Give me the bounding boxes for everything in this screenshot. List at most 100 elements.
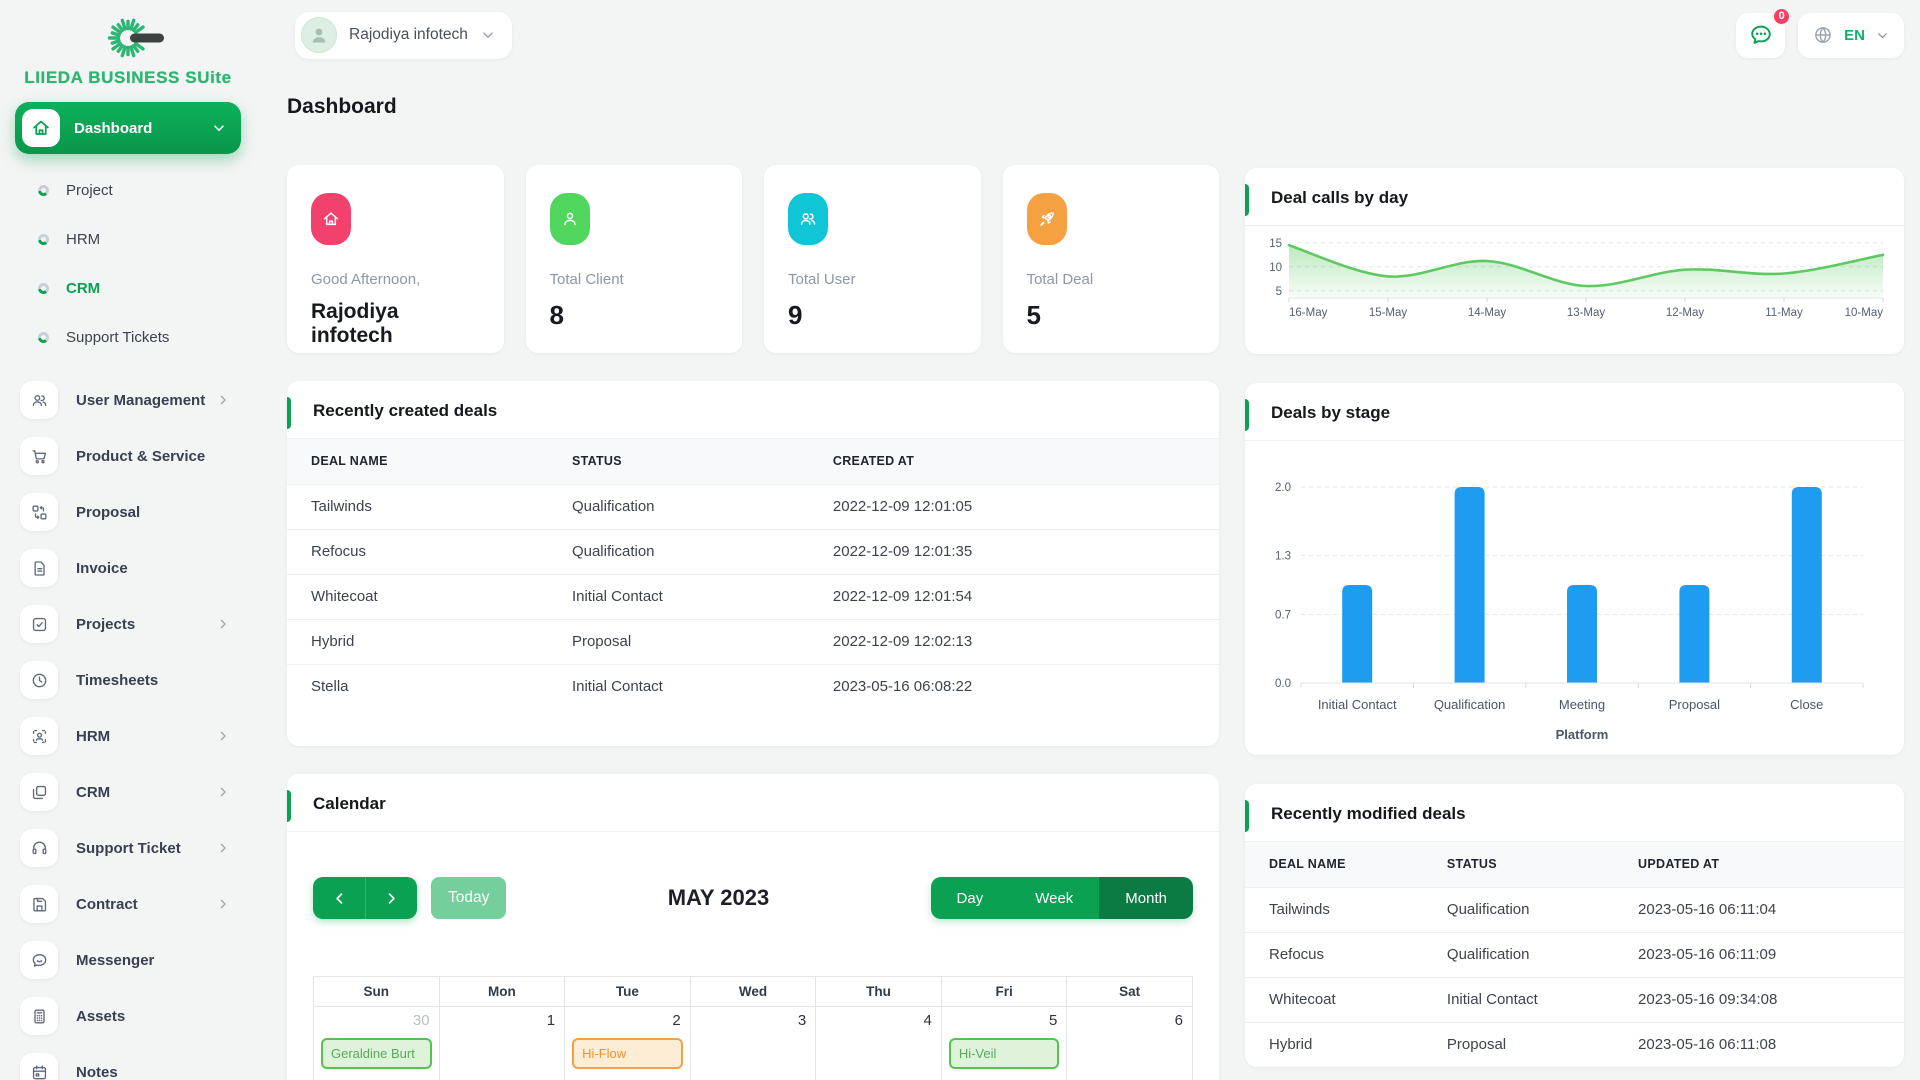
table-cell: Qualification — [547, 528, 809, 574]
sidebar-item-support-ticket[interactable]: Support Ticket — [0, 820, 256, 876]
calendar-month-title: MAY 2023 — [667, 885, 770, 910]
workspace-dropdown[interactable]: Rajodiya infotech — [295, 11, 512, 59]
language-code: EN — [1844, 26, 1865, 44]
table-cell: Whitecoat — [287, 573, 548, 619]
calendar-date: 1 — [546, 1012, 556, 1029]
calculator-icon — [20, 997, 58, 1035]
card-title: Deal calls by day — [1271, 188, 1409, 207]
sidebar-item-notes[interactable]: Notes — [0, 1044, 256, 1080]
sidebar-sub-item-crm[interactable]: CRM — [0, 264, 256, 313]
svg-text:Platform: Platform — [1556, 727, 1609, 741]
svg-text:10-May: 10-May — [1845, 307, 1884, 319]
sidebar-item-product-service[interactable]: Product & Service — [0, 428, 256, 484]
sidebar-item-dashboard[interactable]: Dashboard — [15, 102, 241, 154]
sidebar-item-label: CRM — [76, 783, 111, 801]
weekday-header: Tue — [564, 976, 691, 1007]
sidebar-sub-item-support-tickets[interactable]: Support Tickets — [0, 313, 256, 362]
modified-deals-table: DEAL NAME STATUS UPDATED AT Tailwinds Qualif… — [1245, 842, 1904, 1067]
table-cell: Hybrid — [287, 618, 548, 664]
stat-label: Total User — [788, 271, 856, 288]
calendar-day-cell[interactable]: 1 — [438, 1006, 566, 1080]
sidebar-item-label: Assets — [76, 1007, 126, 1025]
calendar-day-cell[interactable]: 3 — [689, 1006, 817, 1080]
progress-circle-icon — [38, 283, 49, 294]
proposal-icon — [20, 493, 58, 531]
table-cell: 2023-05-16 06:11:08 — [1614, 1021, 1904, 1067]
table-row: Stella Initial Contact 2023-05-16 06:08:22 — [287, 663, 1219, 709]
sidebar-sub-item-hrm[interactable]: HRM — [0, 215, 256, 264]
table-cell: Qualification — [1422, 931, 1615, 977]
calendar-view-day-button[interactable]: Day — [930, 877, 1010, 919]
calendar-next-button[interactable] — [365, 877, 417, 919]
sidebar-item-proposal[interactable]: Proposal — [0, 484, 256, 540]
calendar-icon — [20, 1053, 58, 1080]
users-icon — [20, 381, 58, 419]
sidebar-item-invoice[interactable]: Invoice — [0, 540, 256, 596]
sidebar-item-crm[interactable]: CRM — [0, 764, 256, 820]
sidebar-menu-list: User Management Product & Service Proposal… — [0, 372, 256, 1080]
svg-text:15: 15 — [1269, 238, 1282, 250]
table-row: Whitecoat Initial Contact 2023-05-16 09:34… — [1245, 976, 1904, 1022]
stat-value: Rajodiya infotech — [311, 300, 399, 347]
calendar-day-cell[interactable]: 30 Geraldine Burt — [313, 1006, 440, 1080]
calendar-today-button[interactable]: Today — [431, 877, 507, 919]
calendar-event[interactable]: Hi-Flow — [572, 1038, 683, 1069]
accent-bar — [1245, 800, 1249, 832]
sidebar-item-hrm[interactable]: HRM — [0, 708, 256, 764]
calendar-day-cell[interactable]: 4 — [815, 1006, 942, 1080]
stat-value: 9 — [788, 300, 803, 330]
sidebar-item-assets[interactable]: Assets — [0, 988, 256, 1044]
weekday-header: Thu — [815, 976, 942, 1007]
table-cell: 2022-12-09 12:01:05 — [808, 483, 1219, 529]
calendar-date: 2 — [672, 1012, 681, 1029]
home-icon — [22, 109, 60, 147]
calendar-view-week-button[interactable]: Week — [1009, 877, 1100, 919]
table-row: Hybrid Proposal 2022-12-09 12:02:13 — [287, 618, 1219, 664]
chat-dots-icon — [1748, 22, 1774, 48]
chevron-down-icon — [480, 27, 496, 43]
sidebar-item-messenger[interactable]: Messenger — [0, 932, 256, 988]
calendar-prev-button[interactable] — [313, 877, 365, 919]
headset-icon — [20, 829, 58, 867]
cart-icon — [20, 437, 58, 475]
calendar-event[interactable]: Geraldine Burt — [321, 1038, 432, 1069]
table-cell: 2022-12-09 12:01:54 — [808, 573, 1219, 619]
column-header: DEAL NAME — [1245, 842, 1423, 887]
accent-bar — [1245, 184, 1249, 216]
cards-icon — [20, 773, 58, 811]
svg-text:11-May: 11-May — [1765, 307, 1803, 319]
table-cell: Stella — [287, 663, 548, 709]
table-cell: Proposal — [547, 618, 809, 664]
users-icon — [788, 193, 828, 245]
calendar-day-cell[interactable]: 2 Hi-Flow — [564, 1006, 691, 1080]
calendar-view-month-button[interactable]: Month — [1099, 877, 1193, 919]
messages-button[interactable]: 0 — [1736, 6, 1792, 58]
language-dropdown[interactable]: EN — [1798, 12, 1904, 58]
column-header: CREATED AT — [808, 439, 1219, 484]
calendar-day-cell[interactable]: 5 Hi-Veil — [940, 1006, 1068, 1080]
stat-label: Good Afternoon, — [311, 271, 421, 288]
column-header: STATUS — [547, 439, 809, 484]
sidebar-item-label: Contract — [76, 895, 138, 913]
card-title: Recently modified deals — [1271, 804, 1466, 823]
column-header: DEAL NAME — [287, 439, 548, 484]
notification-badge: 0 — [1772, 6, 1792, 26]
sidebar-item-label: Messenger — [76, 951, 155, 969]
deal-calls-by-day-card: Deal calls by day 15 10 5 16-May 15-May 14-Ma… — [1245, 168, 1904, 354]
weekday-header: Sat — [1066, 976, 1193, 1007]
table-cell: Hybrid — [1245, 1021, 1423, 1067]
sidebar-item-user-management[interactable]: User Management — [0, 372, 256, 428]
table-cell: Proposal — [1422, 1021, 1615, 1067]
chevron-right-icon — [216, 785, 230, 799]
progress-circle-icon — [38, 234, 49, 245]
sidebar-sub-item-project[interactable]: Project — [0, 166, 256, 215]
calendar-day-cell[interactable]: 6 — [1066, 1006, 1193, 1080]
sidebar-item-timesheets[interactable]: Timesheets — [0, 652, 256, 708]
weekday-header: Mon — [438, 976, 566, 1007]
sidebar-item-contract[interactable]: Contract — [0, 876, 256, 932]
sidebar-item-projects[interactable]: Projects — [0, 596, 256, 652]
calendar-grid: Sun Mon Tue Wed Thu Fri Sat 30 Geraldine Burt 1 2 H… — [313, 976, 1193, 1080]
calendar-event[interactable]: Hi-Veil — [948, 1038, 1060, 1069]
card-title: Deals by stage — [1271, 403, 1391, 422]
chevron-right-icon — [216, 897, 230, 911]
